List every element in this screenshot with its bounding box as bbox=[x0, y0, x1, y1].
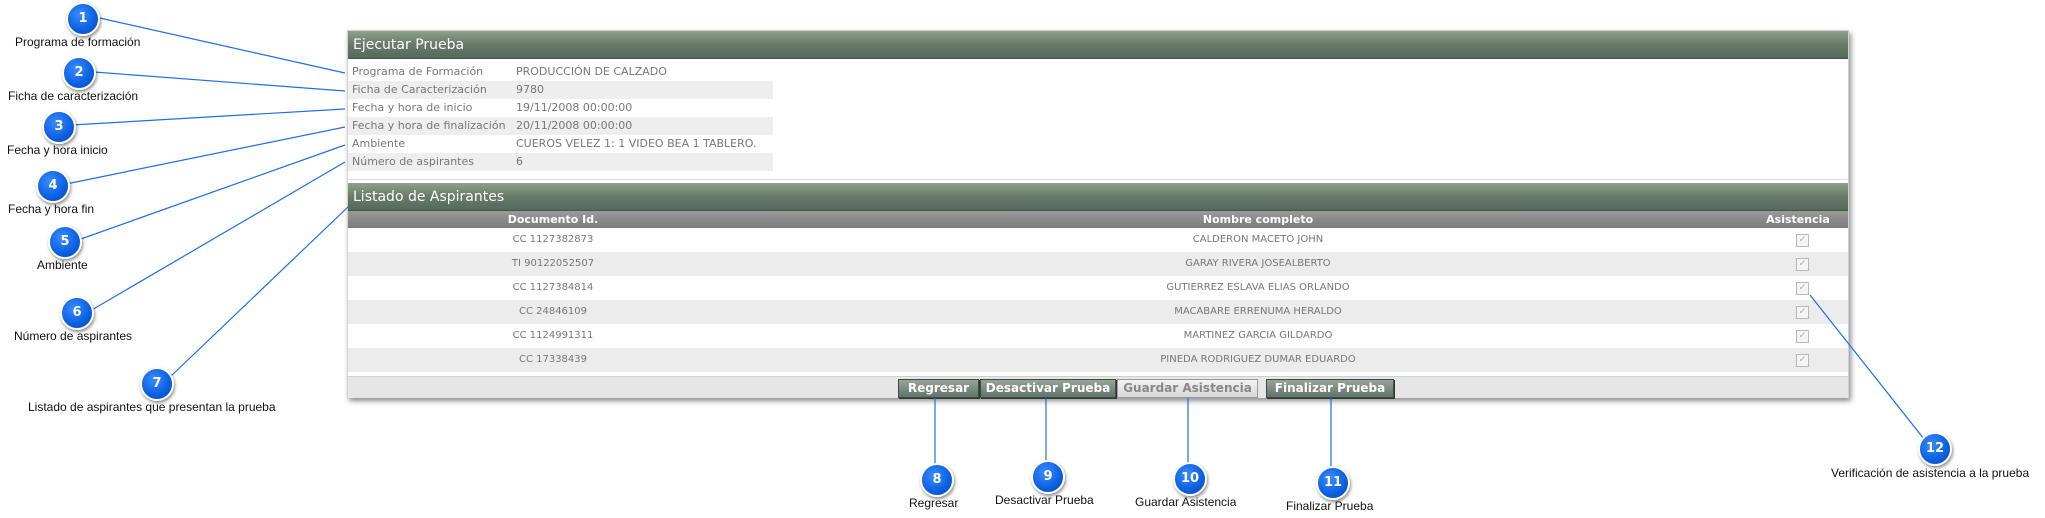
field-label: Ficha de Caracterización bbox=[352, 83, 487, 96]
field-label: Ambiente bbox=[352, 137, 406, 150]
finalizar-prueba-button[interactable]: Finalizar Prueba bbox=[1266, 379, 1394, 398]
field-value: 20/11/2008 00:00:00 bbox=[516, 119, 633, 132]
table-row: CC 17338439 PINEDA RODRIGUEZ DUMAR EDUAR… bbox=[348, 348, 1848, 372]
callout-badge: 4 bbox=[36, 169, 70, 203]
section-divider bbox=[348, 179, 1848, 180]
asistencia-checkbox[interactable]: ✓ bbox=[1796, 306, 1809, 319]
field-value: CUEROS VELEZ 1: 1 VIDEO BEA 1 TABLERO. bbox=[516, 137, 757, 150]
callout-label: Guardar Asistencia bbox=[1135, 495, 1237, 509]
asistencia-checkbox[interactable]: ✓ bbox=[1796, 330, 1809, 343]
callout-label: Fecha y hora inicio bbox=[7, 143, 108, 157]
table-row: CC 1124991311 MARTINEZ GARCIA GILDARDO ✓ bbox=[348, 324, 1848, 348]
callout-badge: 9 bbox=[1031, 460, 1065, 494]
callout-label: Desactivar Prueba bbox=[995, 493, 1094, 507]
callout-badge: 7 bbox=[140, 367, 174, 401]
field-label: Fecha y hora de finalización bbox=[352, 119, 506, 132]
cell-nombre: GARAY RIVERA JOSEALBERTO bbox=[1185, 258, 1331, 269]
field-ambiente: Ambiente CUEROS VELEZ 1: 1 VIDEO BEA 1 T… bbox=[348, 135, 773, 153]
callout-badge: 10 bbox=[1173, 462, 1207, 496]
asistencia-checkbox[interactable]: ✓ bbox=[1796, 258, 1809, 271]
cell-nombre: MACABARE ERRENUMA HERALDO bbox=[1174, 306, 1342, 317]
cell-nombre: MARTINEZ GARCIA GILDARDO bbox=[1183, 330, 1333, 341]
table-row: TI 90122052507 GARAY RIVERA JOSEALBERTO … bbox=[348, 252, 1848, 276]
cell-documento: TI 90122052507 bbox=[511, 258, 595, 269]
asistencia-checkbox[interactable]: ✓ bbox=[1796, 354, 1809, 367]
table-row: CC 1127382873 CALDERON MACETO JOHN ✓ bbox=[348, 228, 1848, 252]
column-header-documento: Documento Id. bbox=[507, 213, 599, 226]
callout-badge: 8 bbox=[920, 463, 954, 497]
field-fecha-inicio: Fecha y hora de inicio 19/11/2008 00:00:… bbox=[348, 99, 773, 117]
callout-label: Fecha y hora fin bbox=[8, 202, 95, 216]
leader-line-6 bbox=[89, 161, 346, 312]
cell-documento: CC 1127382873 bbox=[512, 234, 594, 245]
callout-label: Finalizar Prueba bbox=[1286, 499, 1374, 513]
leader-line-7 bbox=[169, 205, 350, 378]
column-header-asistencia: Asistencia bbox=[1766, 213, 1830, 226]
table-row: CC 24846109 MACABARE ERRENUMA HERALDO ✓ bbox=[348, 300, 1848, 324]
asistencia-checkbox[interactable]: ✓ bbox=[1796, 234, 1809, 247]
list-title: Listado de Aspirantes bbox=[348, 183, 1848, 211]
field-label: Fecha y hora de inicio bbox=[352, 101, 473, 114]
field-programa-formacion: Programa de Formación PRODUCCIÓN DE CALZ… bbox=[348, 63, 773, 81]
table-row: CC 1127384814 GUTIERREZ ESLAVA ELIAS ORL… bbox=[348, 276, 1848, 300]
callout-badge: 12 bbox=[1918, 432, 1952, 466]
callout-badge: 11 bbox=[1316, 466, 1350, 500]
callout-badge: 3 bbox=[42, 110, 76, 144]
cell-documento: CC 1124991311 bbox=[512, 330, 594, 341]
field-ficha-caracterizacion: Ficha de Caracterización 9780 bbox=[348, 81, 773, 99]
callout-label: Ambiente bbox=[37, 258, 88, 272]
callout-label: Verificación de asistencia a la prueba bbox=[1831, 466, 2030, 480]
field-value: 6 bbox=[516, 155, 523, 168]
field-numero-aspirantes: Número de aspirantes 6 bbox=[348, 153, 773, 171]
leader-line-3 bbox=[71, 108, 346, 126]
field-value: PRODUCCIÓN DE CALZADO bbox=[516, 65, 667, 78]
field-value: 19/11/2008 00:00:00 bbox=[516, 101, 633, 114]
cell-nombre: GUTIERREZ ESLAVA ELIAS ORLANDO bbox=[1166, 282, 1350, 293]
callout-label: Programa de formación bbox=[15, 35, 141, 49]
regresar-button[interactable]: Regresar bbox=[898, 379, 979, 398]
callout-label: Regresar bbox=[909, 496, 959, 510]
cell-nombre: PINEDA RODRIGUEZ DUMAR EDUARDO bbox=[1160, 354, 1356, 365]
cell-documento: CC 17338439 bbox=[518, 354, 588, 365]
callout-label: Ficha de caracterización bbox=[8, 89, 139, 103]
callout-badge: 5 bbox=[48, 225, 82, 259]
guardar-asistencia-button[interactable]: Guardar Asistencia bbox=[1117, 379, 1258, 398]
cell-documento: CC 24846109 bbox=[518, 306, 588, 317]
field-value: 9780 bbox=[516, 83, 544, 96]
leader-line-5 bbox=[77, 144, 346, 241]
button-bar: Regresar Desactivar Prueba Guardar Asist… bbox=[348, 376, 1848, 398]
callout-badge: 6 bbox=[60, 296, 94, 330]
callout-label: Listado de aspirantes que presentan la p… bbox=[28, 400, 276, 414]
cell-documento: CC 1127384814 bbox=[512, 282, 594, 293]
field-label: Programa de Formación bbox=[352, 65, 484, 78]
field-fecha-finalizacion: Fecha y hora de finalización 20/11/2008 … bbox=[348, 117, 773, 135]
column-header-nombre: Nombre completo bbox=[1202, 213, 1314, 226]
ejecutar-prueba-panel: Ejecutar Prueba Programa de Formación PR… bbox=[347, 30, 1849, 398]
callout-badge: 2 bbox=[62, 56, 96, 90]
panel-title: Ejecutar Prueba bbox=[348, 31, 1848, 59]
field-label: Número de aspirantes bbox=[352, 155, 474, 168]
callout-badge: 1 bbox=[66, 2, 100, 36]
desactivar-prueba-button[interactable]: Desactivar Prueba bbox=[980, 379, 1116, 398]
table-header: Documento Id. Nombre completo Asistencia bbox=[348, 211, 1848, 228]
cell-nombre: CALDERON MACETO JOHN bbox=[1192, 234, 1324, 245]
callout-label: Número de aspirantes bbox=[14, 329, 133, 343]
asistencia-checkbox[interactable]: ✓ bbox=[1796, 282, 1809, 295]
